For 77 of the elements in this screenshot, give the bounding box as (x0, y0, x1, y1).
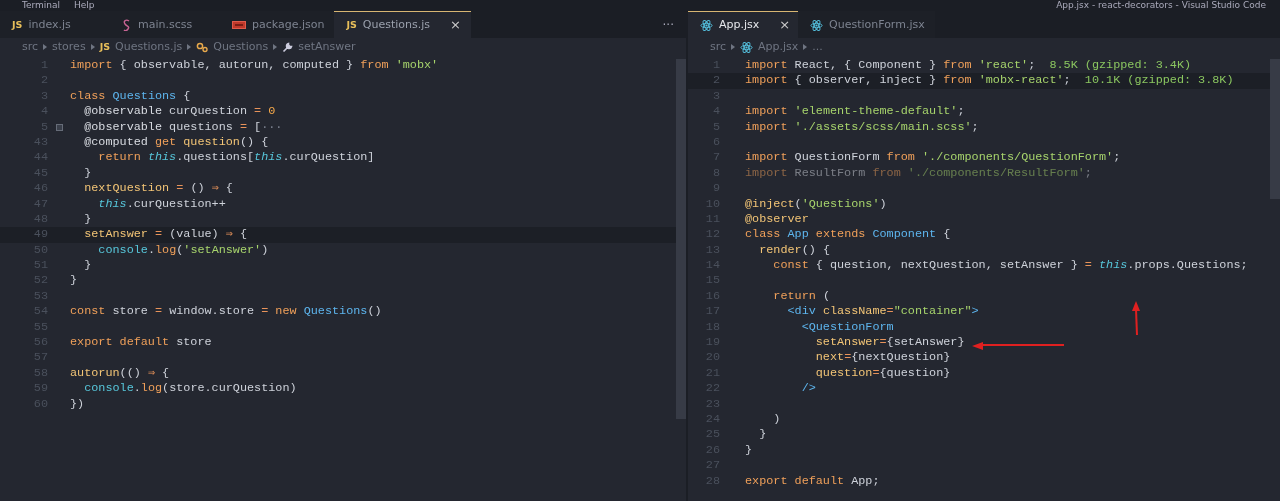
breadcrumb-item[interactable]: stores (52, 38, 86, 56)
code-line: import 'element-theme-default'; (745, 104, 965, 120)
scrollbar-thumb[interactable] (676, 59, 686, 419)
chevron-icon (187, 44, 192, 50)
atom-icon (810, 18, 823, 32)
breadcrumb-item[interactable]: ... (812, 38, 823, 56)
atom-icon (740, 40, 754, 54)
json-file-icon (232, 21, 246, 29)
code-line: nextQuestion = () ⇒ { (83, 181, 233, 197)
scrollbar-thumb[interactable] (1270, 59, 1280, 199)
code-line: <div className="container"> (786, 304, 979, 320)
code-line: import QuestionForm from './components/QuestionForm'; (745, 150, 1121, 166)
code-line: } (758, 427, 767, 443)
code-line: return this.questions[this.curQuestion] (97, 150, 375, 166)
breadcrumb-item[interactable]: setAnswer (298, 38, 356, 56)
code-line: import './assets/scss/main.scss'; (745, 119, 979, 135)
code-line: const store = window.store = new Questions() (70, 304, 382, 320)
code-line: } (745, 442, 753, 459)
window-title: App.jsx - react-decorators - Visual Studio Code (1056, 0, 1266, 11)
code-line: /> (800, 381, 816, 397)
menu-item[interactable]: Help (74, 0, 95, 11)
editor-tab[interactable]: JS Questions.js × (334, 11, 471, 38)
code-line: import React, { Component } from 'react'; 8.5K (gzipped: 3.4K) (745, 58, 1192, 74)
code-line: return ( (772, 288, 830, 305)
code-line: export default App; (745, 473, 880, 489)
code-line: @observer (745, 211, 809, 228)
close-icon[interactable]: × (436, 15, 461, 35)
menu-item[interactable]: Terminal (22, 0, 61, 11)
code-line: console.log(store.curQuestion) (83, 381, 297, 397)
js-file-icon: JS (99, 39, 110, 55)
chevron-icon (803, 44, 808, 50)
code-line: next={nextQuestion} (814, 350, 951, 366)
scss-file-icon (122, 19, 132, 31)
code-line: import { observable, autorun, computed } from 'mobx' (70, 58, 439, 74)
code-line: question={question} (814, 365, 951, 382)
fold-toggle-icon[interactable] (55, 123, 63, 131)
code-line: this.curQuestion++ (97, 196, 226, 212)
js-file-icon: JS (346, 17, 357, 33)
chevron-icon (90, 44, 95, 50)
code-line: @inject('Questions') (745, 196, 887, 212)
close-icon[interactable]: × (765, 15, 791, 35)
breadcrumb-item[interactable]: Questions.js (115, 38, 183, 56)
code-line: <QuestionForm (800, 319, 894, 336)
code-line: @observable questions = [··· (83, 119, 283, 135)
chevron-icon (731, 44, 736, 50)
more-actions-icon[interactable]: ··· (650, 15, 686, 34)
editor-tab[interactable]: App.jsx × (688, 11, 798, 38)
code-line: class App extends Component { (745, 227, 951, 243)
code-line: console.log('setAnswer') (97, 242, 269, 259)
breadcrumb-item[interactable]: src (22, 38, 39, 56)
code-line: render() { (758, 242, 830, 259)
code-line: } (83, 258, 92, 274)
code-line: setAnswer={setAnswer} (814, 335, 965, 351)
chevron-icon (43, 44, 48, 50)
js-file-icon: JS (12, 17, 23, 33)
code-line: import ResultForm from './components/ResultForm'; (745, 165, 1092, 182)
breadcrumb-item[interactable]: Questions (213, 38, 269, 56)
code-line: @observable curQuestion = 0 (83, 104, 276, 120)
code-line: } (70, 273, 78, 289)
breadcrumb-item[interactable]: App.jsx (758, 38, 799, 56)
code-line: } (83, 211, 92, 228)
code-line: } (83, 165, 92, 182)
code-line: autorun(() ⇒ { (70, 365, 170, 382)
code-line: setAnswer = (value) ⇒ { (83, 227, 248, 243)
code-line: const { question, nextQuestion, setAnswer } = this.props.Questions; (772, 258, 1248, 274)
code-line: export default store (70, 335, 212, 351)
chevron-icon (273, 44, 278, 50)
breadcrumb-item[interactable]: src (710, 38, 727, 56)
code-line: class Questions { (70, 88, 191, 105)
annotation-arrow (1131, 301, 1141, 335)
class-icon (196, 41, 209, 53)
atom-icon (700, 18, 713, 32)
code-line: @computed get question() { (83, 134, 269, 151)
code-line: }) (70, 396, 85, 412)
wrench-icon (282, 41, 294, 53)
code-line: ) (772, 412, 781, 428)
code-line: import { observer, inject } from 'mobx-react'; 10.1K (gzipped: 3.8K) (745, 73, 1234, 89)
